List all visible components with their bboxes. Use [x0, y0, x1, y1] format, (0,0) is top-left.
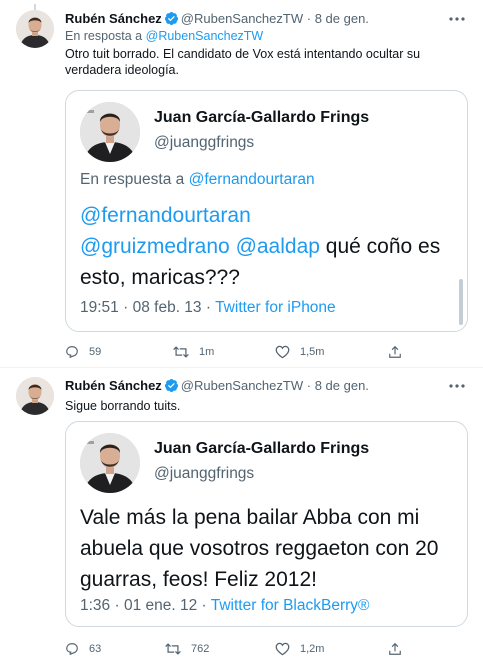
like-count: 1,2m	[300, 643, 325, 655]
tweet-text: Otro tuit borrado. El candidato de Vox e…	[65, 47, 421, 77]
quoted-time: 19:51	[80, 299, 119, 316]
verified-badge-icon	[164, 378, 179, 395]
reply-target-link[interactable]: @RubenSanchezTW	[146, 29, 264, 43]
retweet-button[interactable]: 762	[165, 640, 209, 658]
share-icon	[389, 345, 401, 358]
quoted-tweet-meta: 1:36 · 01 ene. 12 · Twitter for BlackBer…	[80, 597, 369, 615]
quoted-author-avatar	[80, 433, 140, 493]
reply-icon	[66, 346, 78, 359]
quoted-scrollbar[interactable]	[459, 279, 463, 325]
separator-dot: ·	[306, 378, 312, 393]
tweet-date[interactable]: 8 de gen.	[315, 11, 369, 26]
reply-button[interactable]: 63	[65, 640, 101, 658]
quoted-tweet-text: Vale más la pena bailar Abba con mi abue…	[80, 506, 439, 591]
tweet-date[interactable]: 8 de gen.	[315, 378, 369, 393]
author-avatar[interactable]	[16, 10, 54, 48]
retweet-button[interactable]: 1m	[173, 343, 214, 361]
quoted-date: 01 ene. 12	[123, 597, 198, 614]
reply-context: En resposta a @RubenSanchezTW	[65, 29, 263, 43]
retweet-icon	[173, 346, 189, 358]
quoted-author-handle: @juanggfrings	[154, 465, 255, 482]
quoted-tweet[interactable]: Juan García-Gallardo Frings @juanggfring…	[65, 90, 468, 332]
quoted-reply-context: En respuesta a @fernandourtaran	[80, 171, 315, 189]
like-button[interactable]: 1,5m	[275, 343, 324, 361]
quoted-date: 08 feb. 13	[132, 299, 202, 316]
like-count: 1,5m	[300, 346, 325, 358]
reply-icon	[66, 643, 78, 656]
verified-badge-icon	[164, 11, 179, 28]
share-button[interactable]	[388, 343, 402, 361]
tweet[interactable]: Rubén Sánchez @RubenSanchezTW · 8 de gen.…	[0, 368, 483, 669]
quoted-author-name: Juan García-Gallardo Frings	[154, 440, 370, 457]
quoted-author-name: Juan García-Gallardo Frings	[154, 109, 370, 126]
quoted-source-link[interactable]: Twitter for BlackBerry®	[211, 597, 370, 614]
mention-link[interactable]: @gruizmedrano	[80, 235, 230, 258]
separator-dot: ·	[201, 597, 207, 614]
separator-dot: ·	[114, 597, 120, 614]
tweet-header: Rubén Sánchez @RubenSanchezTW · 8 de gen.	[65, 377, 443, 395]
reply-prefix: En resposta a	[65, 29, 143, 43]
quoted-reply-target-link[interactable]: @fernandourtaran	[189, 171, 315, 188]
reply-button[interactable]: 59	[65, 343, 101, 361]
author-name[interactable]: Rubén Sánchez	[65, 11, 162, 26]
mention-link[interactable]: @fernandourtaran	[80, 204, 251, 227]
tweet-header: Rubén Sánchez @RubenSanchezTW · 8 de gen.	[65, 10, 443, 28]
author-name[interactable]: Rubén Sánchez	[65, 378, 162, 393]
quoted-tweet-text: @fernandourtaran @gruizmedrano @aaldap q…	[80, 200, 449, 293]
like-icon	[275, 642, 290, 656]
separator-dot: ·	[306, 11, 312, 26]
quoted-author-handle: @juanggfrings	[154, 134, 255, 151]
tweet[interactable]: Rubén Sánchez @RubenSanchezTW · 8 de gen.…	[0, 0, 483, 368]
quoted-tweet[interactable]: Juan García-Gallardo Frings @juanggfring…	[65, 421, 468, 627]
quoted-author-avatar	[80, 102, 140, 162]
retweet-icon	[165, 643, 181, 655]
quoted-reply-prefix: En respuesta a	[80, 171, 185, 188]
separator-dot: ·	[123, 299, 129, 316]
more-icon[interactable]	[447, 10, 467, 28]
author-handle[interactable]: @RubenSanchezTW	[181, 11, 303, 26]
quoted-tweet-meta: 19:51 · 08 feb. 13 · Twitter for iPhone	[80, 299, 336, 317]
mention-link[interactable]: @aaldap	[236, 235, 320, 258]
reply-count: 59	[89, 346, 102, 358]
more-icon[interactable]	[447, 377, 467, 395]
share-button[interactable]	[388, 640, 402, 658]
separator-dot: ·	[205, 299, 212, 316]
like-button[interactable]: 1,2m	[275, 640, 324, 658]
quoted-time: 1:36	[80, 597, 111, 614]
author-avatar[interactable]	[16, 377, 54, 415]
author-handle[interactable]: @RubenSanchezTW	[181, 378, 303, 393]
tweet-actions: 63 762 1,2m	[65, 640, 425, 658]
reply-count: 63	[89, 643, 102, 655]
retweet-count: 1m	[199, 346, 215, 358]
tweet-actions: 59 1m 1,5m	[65, 343, 425, 361]
like-icon	[275, 345, 290, 359]
retweet-count: 762	[191, 643, 210, 655]
tweet-text: Sigue borrando tuits.	[65, 399, 181, 413]
share-icon	[389, 642, 401, 655]
quoted-source-link[interactable]: Twitter for iPhone	[215, 299, 336, 316]
